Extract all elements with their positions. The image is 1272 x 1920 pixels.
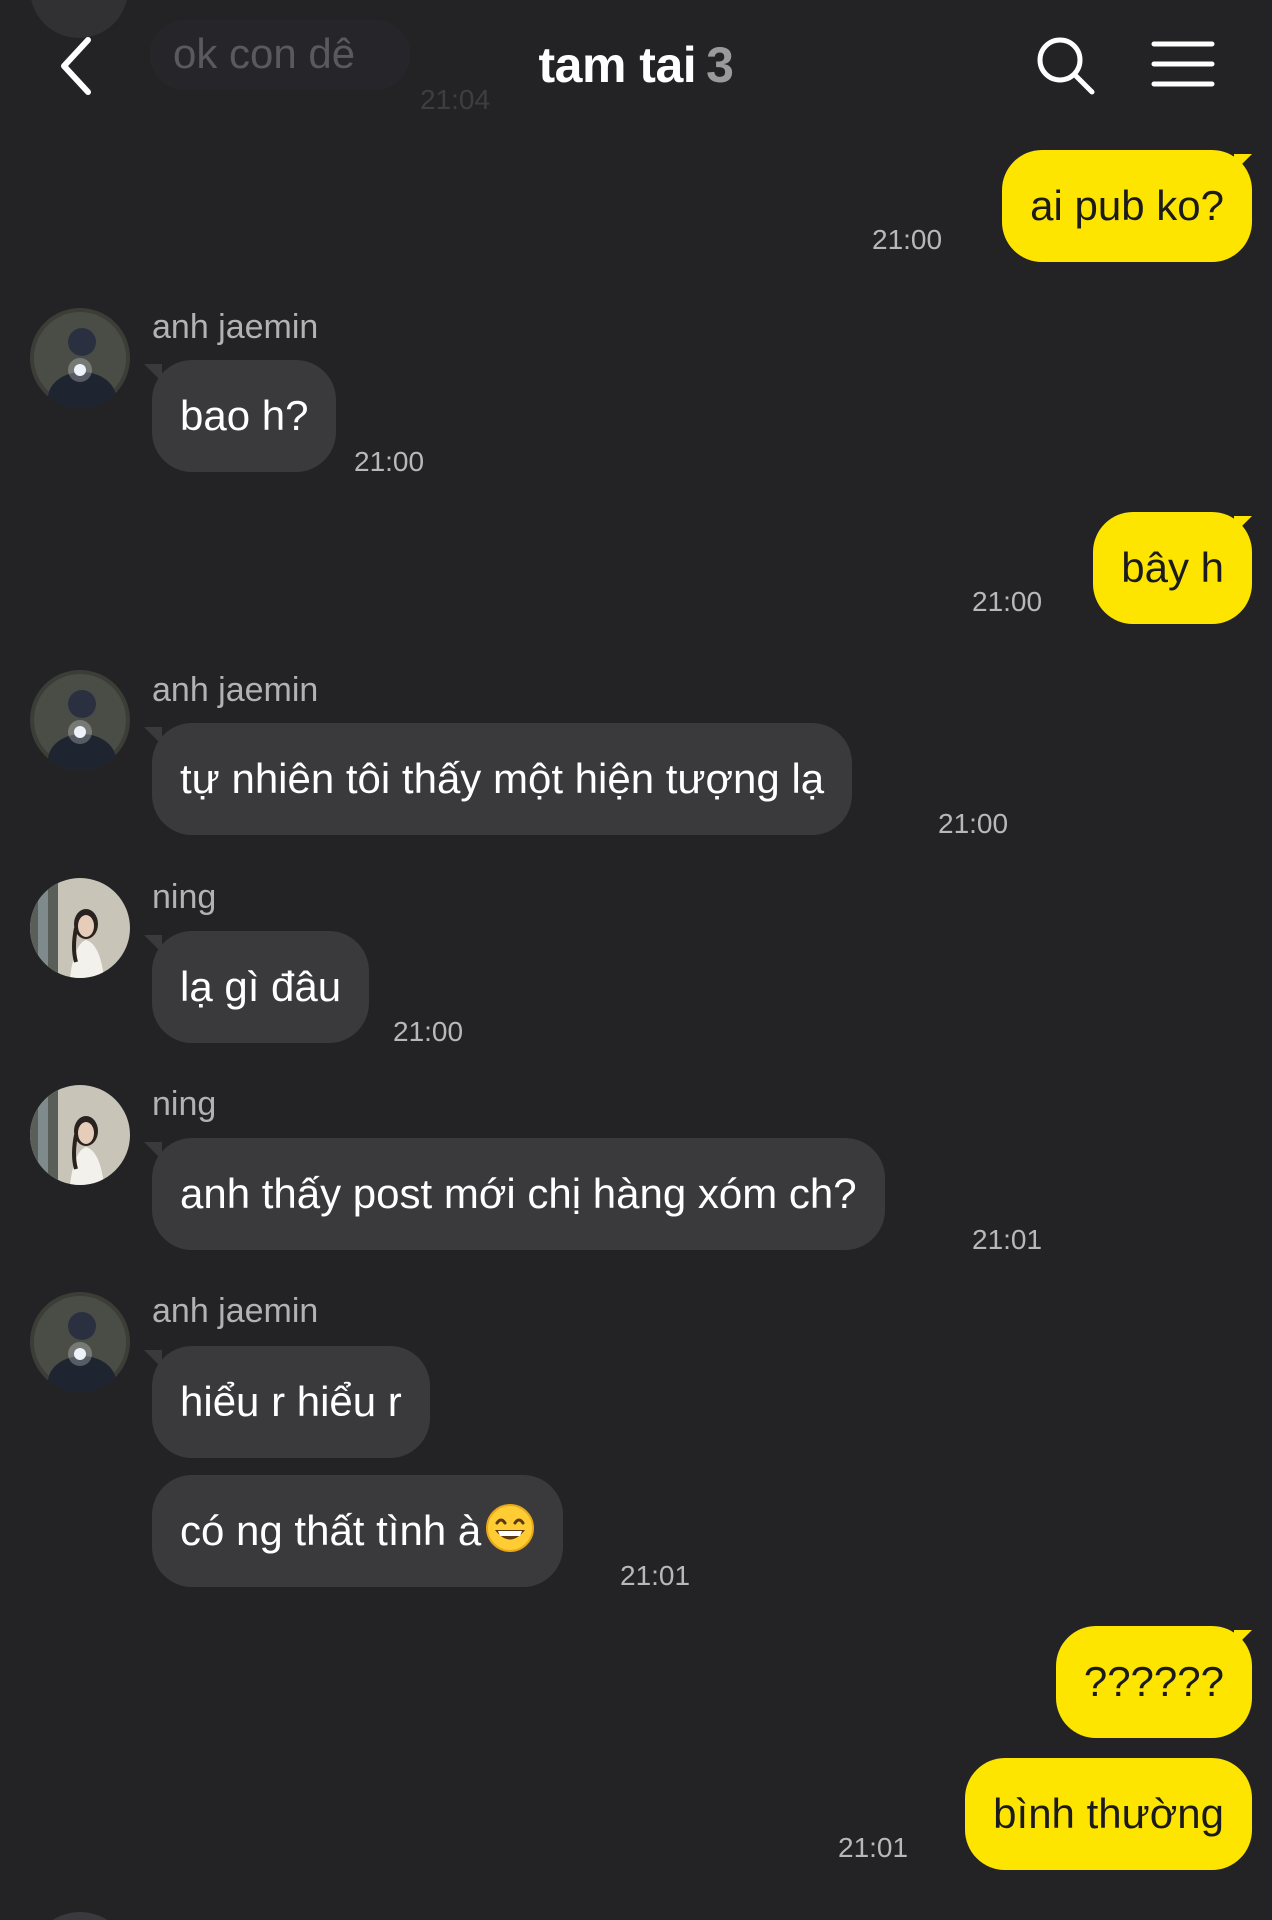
outgoing-message[interactable]: bây h <box>1093 512 1252 624</box>
message-time: 21:00 <box>872 224 943 255</box>
avatar-anh-jaemin[interactable] <box>30 308 130 408</box>
search-button[interactable] <box>1030 30 1100 100</box>
incoming-message[interactable]: hiểu r hiểu r <box>152 1346 430 1458</box>
message-time: 21:01 <box>838 1832 909 1863</box>
sender-name: anh jaemin <box>152 1292 319 1330</box>
message-time: 21:00 <box>393 1016 464 1047</box>
message-time: 21:01 <box>620 1560 691 1591</box>
sender-name: ning <box>152 1085 217 1123</box>
avatar-photo <box>30 1085 130 1185</box>
sender-name: anh jaemin <box>152 671 319 709</box>
outgoing-message[interactable]: ai pub ko? <box>1002 150 1252 262</box>
outgoing-message[interactable]: bình thường <box>965 1758 1252 1870</box>
hamburger-menu-icon <box>1151 41 1215 87</box>
member-count: 3 <box>706 37 734 93</box>
next-avatar <box>30 1912 130 1920</box>
avatar-anh-jaemin[interactable] <box>30 1292 130 1392</box>
outgoing-message[interactable]: ?????? <box>1055 1626 1252 1738</box>
message-text: có ng thất tình à <box>180 1507 482 1554</box>
bubble-tail <box>1234 154 1252 172</box>
incoming-message[interactable]: tự nhiên tôi thấy một hiện tượng lạ <box>152 723 853 835</box>
avatar-ning[interactable] <box>30 1085 130 1185</box>
avatar-photo <box>30 1292 130 1392</box>
search-icon <box>1037 37 1095 95</box>
grinning-face-smiling-eyes-icon <box>486 1504 535 1552</box>
sender-name: ning <box>152 878 217 916</box>
avatar-photo <box>30 878 130 978</box>
avatar-ning[interactable] <box>30 878 130 978</box>
menu-button[interactable] <box>1150 36 1216 92</box>
message-time: 21:00 <box>938 808 1009 839</box>
incoming-message[interactable]: lạ gì đâu <box>152 931 370 1043</box>
chat-name: tam tai <box>538 37 697 93</box>
incoming-message[interactable]: anh thấy post mới chị hàng xóm ch? <box>152 1138 885 1250</box>
avatar-photo <box>30 308 130 408</box>
incoming-message[interactable]: có ng thất tình à <box>152 1475 564 1587</box>
bubble-tail <box>1234 1630 1252 1648</box>
avatar-anh-jaemin[interactable] <box>30 670 130 770</box>
message-time: 21:00 <box>972 586 1043 617</box>
avatar-photo <box>30 670 130 770</box>
incoming-message[interactable]: bao h? <box>152 360 337 472</box>
message-time: 21:01 <box>972 1224 1043 1255</box>
bubble-tail <box>1234 516 1252 534</box>
message-time: 21:00 <box>354 446 425 477</box>
sender-name: anh jaemin <box>152 308 319 346</box>
